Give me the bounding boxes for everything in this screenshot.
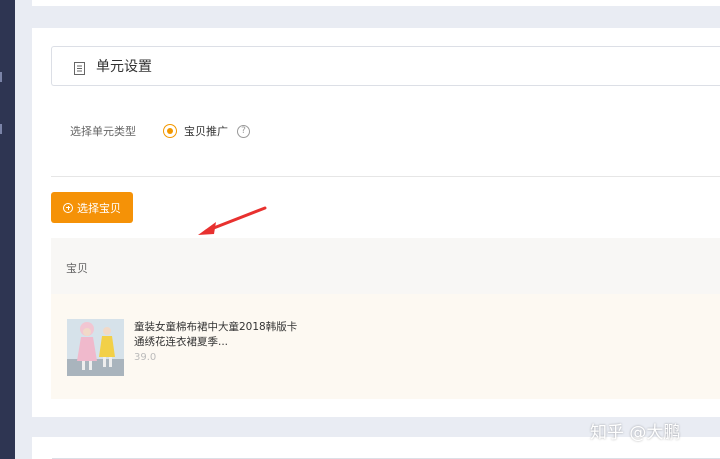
select-product-label: 选择宝贝: [77, 201, 121, 215]
document-icon: [73, 60, 86, 75]
red-arrow-annotation: [198, 206, 267, 235]
product-thumbnail[interactable]: [67, 319, 124, 376]
unit-type-label: 选择单元类型: [70, 125, 136, 138]
section-header: 单元设置: [51, 46, 720, 86]
divider: [51, 176, 720, 177]
sidebar-marker: [0, 124, 2, 134]
unit-type-option-label[interactable]: 宝贝推广: [184, 123, 228, 139]
unit-type-row: 选择单元类型 宝贝推广 ?: [70, 122, 250, 140]
product-price: 39.0: [134, 352, 157, 363]
unit-settings-card: 单元设置 选择单元类型 宝贝推广 ? 选择宝贝 宝贝 童装女童棉布裙中大童201…: [32, 28, 720, 417]
sidebar-marker: [0, 72, 2, 82]
previous-section-card: [32, 0, 720, 6]
select-product-button[interactable]: 选择宝贝: [51, 192, 133, 223]
plus-circle-icon: [63, 202, 73, 213]
help-icon[interactable]: ?: [237, 124, 250, 138]
table-header: 宝贝: [51, 238, 720, 294]
column-header-product: 宝贝: [66, 262, 88, 275]
section-title: 单元设置: [96, 59, 152, 75]
left-sidebar: [0, 0, 15, 459]
watermark: 知乎 @大鹏: [590, 423, 681, 443]
product-table: 宝贝 童装女童棉布裙中大童2018韩版卡通绣花连衣裙夏季... 39.0: [51, 238, 720, 399]
unit-type-radio-selected[interactable]: [163, 124, 177, 138]
table-row: 童装女童棉布裙中大童2018韩版卡通绣花连衣裙夏季... 39.0: [51, 294, 720, 399]
product-name[interactable]: 童装女童棉布裙中大童2018韩版卡通绣花连衣裙夏季...: [134, 320, 304, 350]
